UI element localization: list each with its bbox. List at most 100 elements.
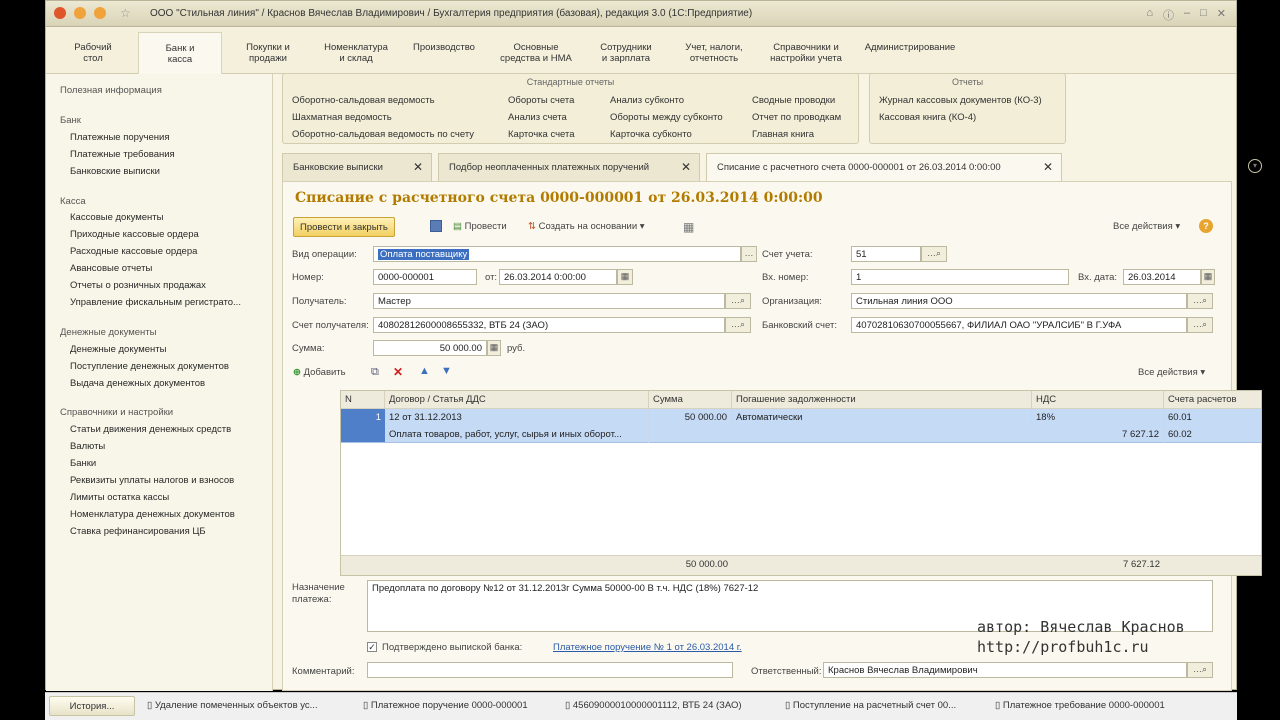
report-link[interactable]: Анализ субконто [610,95,684,106]
save-icon[interactable] [430,220,442,232]
sidebar-item-cash-limits[interactable]: Лимиты остатка кассы [70,492,169,503]
star-icon[interactable]: ☆ [120,6,131,20]
incoming-date-field[interactable]: 26.03.2014 [1123,269,1201,285]
column-header-repayment[interactable]: Погашение задолженности [732,391,1032,409]
report-link[interactable]: Шахматная ведомость [292,112,392,123]
bank-account-search-button[interactable]: …⌕ [1187,317,1213,333]
report-link[interactable]: Оборотно-сальдовая ведомость по счету [292,129,474,140]
calculator-icon[interactable]: ▦ [487,340,501,356]
section-staff[interactable]: Сотрудники и зарплата [594,42,658,64]
move-down-icon[interactable]: ▼ [441,365,452,377]
recipient-search-button[interactable]: …⌕ [725,293,751,309]
sidebar-item-cash-docs[interactable]: Кассовые документы [70,212,163,223]
article-cell[interactable]: Оплата товаров, работ, услуг, сырья и ин… [385,426,649,443]
close-tab-icon[interactable]: ✕ [1043,160,1053,174]
incoming-number-field[interactable]: 1 [851,269,1069,285]
close-icon[interactable]: ✕ [1217,7,1226,23]
recipient-account-field[interactable]: 40802812600008655332, ВТБ 24 (ЗАО) [373,317,725,333]
sidebar-item-currencies[interactable]: Валюты [70,441,105,452]
move-up-icon[interactable]: ▲ [419,365,430,377]
table-all-actions-menu[interactable]: Все действия ▾ [1138,367,1205,378]
account-search-button[interactable]: …⌕ [921,246,947,262]
sidebar-item-money-issue[interactable]: Выдача денежных документов [70,378,205,389]
post-and-close-button[interactable]: Провести и закрыть [293,217,395,237]
comment-field[interactable] [367,662,733,678]
restore-icon[interactable]: □ [1200,7,1207,23]
tab-unpaid-orders[interactable]: Подбор неоплаченных платежных поручений ✕ [438,153,700,181]
post-button[interactable]: ▤ Провести [453,221,507,232]
sum-field[interactable]: 50 000.00 [373,340,487,356]
report-link[interactable]: Обороты между субконто [610,112,723,123]
account-field[interactable]: 51 [851,246,921,262]
calendar-icon[interactable]: ▦ [617,269,633,285]
sidebar-item-expense-orders[interactable]: Расходные кассовые ордера [70,246,197,257]
recipient-field[interactable]: Мастер [373,293,725,309]
calendar-icon[interactable]: ▦ [1201,269,1215,285]
number-field[interactable]: 0000-000001 [373,269,477,285]
section-bank[interactable]: Банк и касса [138,32,222,74]
organization-field[interactable]: Стильная линия ООО [851,293,1187,309]
section-production[interactable]: Производство [406,42,482,53]
sidebar-item-banks[interactable]: Банки [70,458,96,469]
bank-account-field[interactable]: 40702810630700055667, ФИЛИАЛ ОАО "УРАЛСИ… [851,317,1187,333]
organization-search-button[interactable]: …⌕ [1187,293,1213,309]
delete-row-icon[interactable]: ✕ [393,365,403,379]
column-header-sum[interactable]: Сумма [649,391,732,409]
open-window-item[interactable]: ▯ 45609000010000001112, ВТБ 24 (ЗАО) [565,700,742,711]
operation-type-dropdown[interactable]: … [741,246,757,262]
open-window-item[interactable]: ▯ Удаление помеченных объектов ус... [147,700,318,711]
responsible-field[interactable]: Краснов Вячеслав Владимирович [823,662,1187,678]
all-actions-menu[interactable]: Все действия ▾ [1113,221,1180,232]
sidebar-item-payment-requests[interactable]: Платежные требования [70,149,175,160]
tab-bank-statements[interactable]: Банковские выписки ✕ [282,153,432,181]
tab-debit-document[interactable]: Списание с расчетного счета 0000-000001 … [706,153,1062,181]
contract-cell[interactable]: 12 от 31.12.2013 [385,409,649,426]
vat-sum-cell[interactable]: 7 627.12 [1032,426,1164,443]
sidebar-item-bank-statements[interactable]: Банковские выписки [70,166,160,177]
open-window-item[interactable]: ▯ Платежное требование 0000-000001 [995,700,1165,711]
column-header-accounts[interactable]: Счета расчетов [1164,391,1261,409]
section-sales[interactable]: Покупки и продажи [238,42,298,64]
repayment-cell[interactable]: Автоматически [732,409,1032,426]
report-link[interactable]: Оборотно-сальдовая ведомость [292,95,435,106]
report-link[interactable]: Сводные проводки [752,95,835,106]
open-window-item[interactable]: ▯ Платежное поручение 0000-000001 [363,700,528,711]
minimize-icon[interactable]: – [1184,7,1190,23]
operation-type-field[interactable]: Оплата поставщику [373,246,741,262]
sidebar-item-payment-orders[interactable]: Платежные поручения [70,132,170,143]
sidebar-item-cash-flow-items[interactable]: Статьи движения денежных средств [70,424,231,435]
print-icon[interactable]: ▦ [683,220,694,234]
vat-rate-cell[interactable]: 18% [1032,409,1164,426]
column-header-contract[interactable]: Договор / Статья ДДС [385,391,649,409]
report-link[interactable]: Журнал кассовых документов (КО-3) [879,95,1042,106]
responsible-search-button[interactable]: …⌕ [1187,662,1213,678]
close-tab-icon[interactable]: ✕ [681,160,691,174]
help-icon[interactable]: ? [1199,219,1213,233]
report-link[interactable]: Главная книга [752,129,814,140]
sidebar-item-retail-reports[interactable]: Отчеты о розничных продажах [70,280,206,291]
confirmed-checkbox[interactable]: ✓ [367,642,377,652]
section-fixed-assets[interactable]: Основные средства и НМА [494,42,578,64]
open-window-item[interactable]: ▯ Поступление на расчетный счет 00... [785,700,956,711]
sidebar-item-money-nomenclature[interactable]: Номенклатура денежных документов [70,509,235,520]
close-tab-icon[interactable]: ✕ [413,160,423,174]
report-link[interactable]: Карточка счета [508,129,575,140]
sidebar-useful-info[interactable]: Полезная информация [60,85,162,96]
history-button[interactable]: История... [49,696,135,716]
sidebar-item-refinancing-rate[interactable]: Ставка рефинансирования ЦБ [70,526,206,537]
sidebar-item-money-receipt[interactable]: Поступление денежных документов [70,361,229,372]
tabs-menu-icon[interactable]: ▾ [1248,159,1262,173]
column-header-vat[interactable]: НДС [1032,391,1164,409]
close-window-button[interactable] [54,7,66,19]
sidebar-item-tax-details[interactable]: Реквизиты уплаты налогов и взносов [70,475,234,486]
section-admin[interactable]: Администрирование [858,42,962,53]
table-row[interactable]: 1 12 от 31.12.2013 Оплата товаров, работ… [341,409,1261,443]
section-taxes[interactable]: Учет, налоги, отчетность [674,42,754,64]
report-link[interactable]: Отчет по проводкам [752,112,841,123]
section-desktop[interactable]: Рабочий стол [68,42,118,64]
report-link[interactable]: Анализ счета [508,112,567,123]
report-link[interactable]: Карточка субконто [610,129,692,140]
recipient-account-search-button[interactable]: …⌕ [725,317,751,333]
sum-cell[interactable]: 50 000.00 [649,409,732,426]
add-row-button[interactable]: ⊕ Добавить [293,367,346,378]
